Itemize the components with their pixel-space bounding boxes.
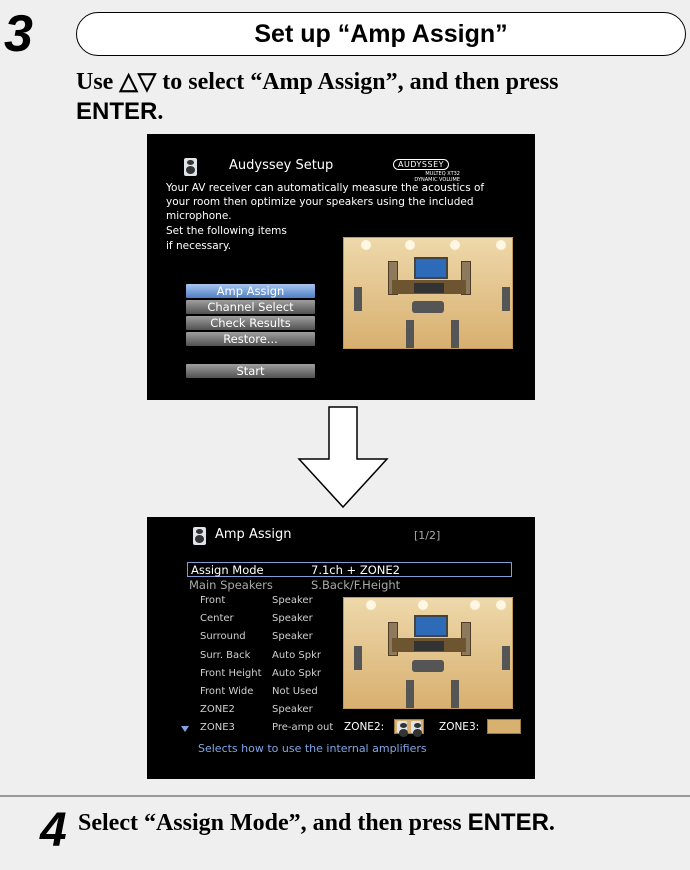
description-line: your room then optimize your speakers us…	[166, 196, 474, 208]
speaker-icon	[184, 158, 197, 176]
assign-mode-label: Assign Mode	[191, 563, 264, 577]
step3-instruction: Use △▽ to select “Amp Assign”, and then …	[76, 69, 559, 125]
row-name: ZONE2	[200, 704, 235, 715]
main-speakers-value: S.Back/F.Height	[311, 578, 401, 592]
row-name: Front	[200, 595, 226, 606]
description-line: if necessary.	[166, 240, 232, 252]
description-line: Your AV receiver can automatically measu…	[166, 182, 485, 194]
footer-help-text: Selects how to use the internal amplifie…	[198, 742, 427, 755]
enter-key-label: ENTER	[76, 98, 158, 125]
row-value: Speaker	[272, 631, 313, 642]
menu-check-results[interactable]: Check Results	[186, 316, 315, 330]
row-value: Auto Spkr	[272, 650, 321, 661]
speaker-icon	[193, 527, 206, 545]
row-value: Speaker	[272, 613, 313, 624]
audyssey-logo: AUDYSSEY MULTEQ XT32 DYNAMIC VOLUME	[382, 152, 460, 183]
row-value: Speaker	[272, 704, 313, 715]
row-name: Surr. Back	[200, 650, 251, 661]
row-name: Center	[200, 613, 234, 624]
start-button[interactable]: Start	[186, 364, 315, 378]
speaker-icon	[397, 721, 408, 737]
row-name: Front Wide	[200, 686, 254, 697]
menu-amp-assign[interactable]: Amp Assign	[186, 284, 315, 298]
row-name: Front Height	[200, 668, 262, 679]
speaker-icon	[411, 721, 422, 737]
step-number-4: 4	[40, 804, 67, 857]
menu-channel-select[interactable]: Channel Select	[186, 300, 315, 314]
divider	[0, 795, 690, 797]
zone2-label: ZONE2:	[344, 721, 385, 733]
scroll-down-icon[interactable]	[181, 726, 189, 732]
down-arrow-icon	[297, 406, 389, 509]
instruction-text: Use △▽ to select “Amp Assign”, and then …	[76, 69, 559, 95]
row-value: Speaker	[272, 595, 313, 606]
row-value: Not Used	[272, 686, 318, 697]
assign-mode-value: 7.1ch + ZONE2	[311, 563, 400, 577]
room-illustration	[343, 237, 513, 349]
row-name: Surround	[200, 631, 246, 642]
row-value: Pre-amp out	[272, 722, 334, 733]
zone3-label: ZONE3:	[439, 721, 480, 733]
row-name: ZONE3	[200, 722, 235, 733]
enter-key-label: ENTER	[467, 809, 549, 836]
room-illustration	[343, 597, 513, 709]
step-number-3: 3	[4, 5, 33, 63]
page-indicator: [1/2]	[414, 529, 441, 542]
menu-restore[interactable]: Restore...	[186, 332, 315, 346]
zone3-speakers	[487, 719, 521, 734]
row-value: Auto Spkr	[272, 668, 321, 679]
zone2-speakers	[394, 719, 424, 737]
step4-instruction: Select “Assign Mode”, and then press ENT…	[78, 809, 555, 836]
step-title: Set up “Amp Assign”	[76, 12, 686, 56]
description-line: Set the following items	[166, 225, 287, 237]
screen-title: Audyssey Setup	[229, 158, 334, 173]
screen-title: Amp Assign	[215, 527, 292, 542]
audyssey-setup-screen: Audyssey Setup AUDYSSEY MULTEQ XT32 DYNA…	[147, 134, 535, 400]
description-line: microphone.	[166, 210, 232, 222]
main-speakers-label: Main Speakers	[189, 578, 273, 592]
amp-assign-screen: Amp Assign [1/2] Assign Mode 7.1ch + ZON…	[147, 517, 535, 779]
